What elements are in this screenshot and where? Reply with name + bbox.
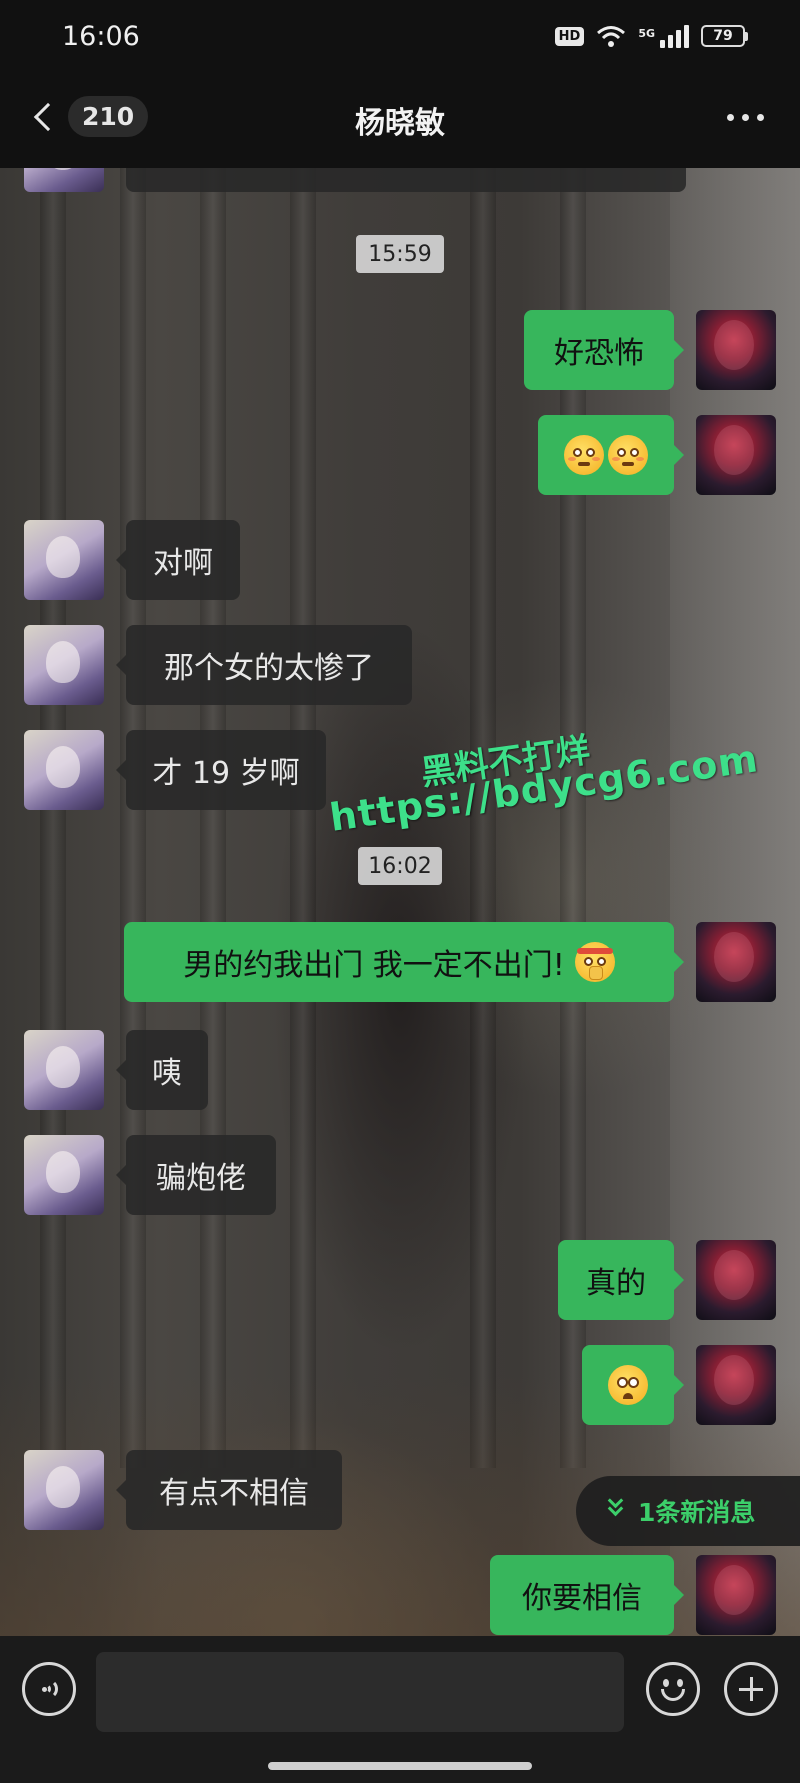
message-row-outgoing (0, 415, 800, 495)
new-message-button[interactable]: 1条新消息 (576, 1476, 800, 1546)
avatar-self[interactable] (696, 310, 776, 390)
hd-icon: HD (554, 26, 585, 46)
flushed-face-icon (608, 435, 648, 475)
chat-header: 210 杨晓敏 (0, 72, 800, 168)
chat-message-list[interactable]: 实上被发现的时候身上没有穿衣服 15:59 好恐怖 对啊 那个女的太惨了 才 1… (0, 168, 800, 1636)
message-row-incoming: 咦 (0, 1030, 800, 1110)
message-row-outgoing: 你要相信 (0, 1555, 800, 1635)
status-time: 16:06 (62, 20, 140, 52)
plus-icon[interactable] (724, 1662, 778, 1716)
avatar-self[interactable] (696, 1345, 776, 1425)
avatar-self[interactable] (696, 1240, 776, 1320)
network-type: 5G (638, 27, 655, 40)
message-bubble-emoji[interactable] (538, 415, 684, 495)
chevron-left-icon (33, 102, 63, 131)
message-bubble[interactable]: 你要相信 (490, 1555, 684, 1635)
message-input[interactable] (96, 1652, 624, 1732)
status-icons: HD 5G 79 (554, 24, 748, 48)
message-row-outgoing: 真的 (0, 1240, 800, 1320)
home-indicator[interactable] (268, 1762, 532, 1770)
new-message-label: 1条新消息 (638, 1498, 756, 1527)
battery-icon: 79 (701, 25, 748, 47)
wifi-icon (596, 24, 626, 48)
message-row-outgoing: 男的约我出门 我一定不出门! (0, 922, 800, 1002)
message-bubble[interactable]: 好恐怖 (524, 310, 684, 390)
message-bubble[interactable]: 对啊 (116, 520, 240, 600)
message-bubble[interactable]: 有点不相信 (116, 1450, 342, 1530)
avatar-contact[interactable] (24, 1450, 104, 1530)
message-row-incoming: 对啊 (0, 520, 800, 600)
message-row-incoming: 那个女的太惨了 (0, 625, 800, 705)
more-dots-icon[interactable] (727, 114, 764, 121)
shushing-face-icon (574, 942, 615, 982)
status-bar: 16:06 HD 5G 79 (0, 0, 800, 72)
message-row-outgoing: 好恐怖 (0, 310, 800, 390)
avatar-contact[interactable] (24, 168, 104, 192)
timestamp: 15:59 (356, 235, 444, 273)
message-bubble-emoji[interactable] (582, 1345, 684, 1425)
message-row-outgoing (0, 1345, 800, 1425)
avatar-self[interactable] (696, 1555, 776, 1635)
back-button[interactable]: 210 (28, 96, 149, 137)
message-bubble[interactable]: 才 19 岁啊 (116, 730, 326, 810)
avatar-contact[interactable] (24, 1135, 104, 1215)
voice-icon[interactable] (22, 1662, 76, 1716)
flushed-face-icon (564, 435, 604, 475)
unread-count-badge: 210 (68, 96, 149, 137)
message-bubble[interactable]: 实上被发现的时候身上没有穿衣服 (126, 168, 686, 192)
avatar-contact[interactable] (24, 730, 104, 810)
double-chevron-down-icon (607, 1492, 624, 1523)
message-bubble[interactable]: 骗炮佬 (116, 1135, 276, 1215)
message-row-incoming: 骗炮佬 (0, 1135, 800, 1215)
message-bubble[interactable]: 真的 (558, 1240, 684, 1320)
timestamp: 16:02 (358, 847, 442, 885)
avatar-contact[interactable] (24, 625, 104, 705)
avatar-contact[interactable] (24, 1030, 104, 1110)
avatar-contact[interactable] (24, 520, 104, 600)
cellular-signal-icon: 5G (638, 24, 689, 48)
message-bubble[interactable]: 男的约我出门 我一定不出门! (124, 922, 684, 1002)
message-bubble[interactable]: 那个女的太惨了 (116, 625, 412, 705)
message-text: 男的约我出门 我一定不出门! (183, 948, 565, 983)
message-bubble[interactable]: 咦 (116, 1030, 208, 1110)
message-row-incoming: 实上被发现的时候身上没有穿衣服 (0, 168, 800, 192)
avatar-self[interactable] (696, 922, 776, 1002)
emoji-icon[interactable] (646, 1662, 700, 1716)
avatar-self[interactable] (696, 415, 776, 495)
input-bar (0, 1636, 800, 1754)
chat-title: 杨晓敏 (355, 106, 445, 141)
pleading-face-icon (608, 1365, 648, 1405)
battery-level: 79 (701, 25, 745, 47)
